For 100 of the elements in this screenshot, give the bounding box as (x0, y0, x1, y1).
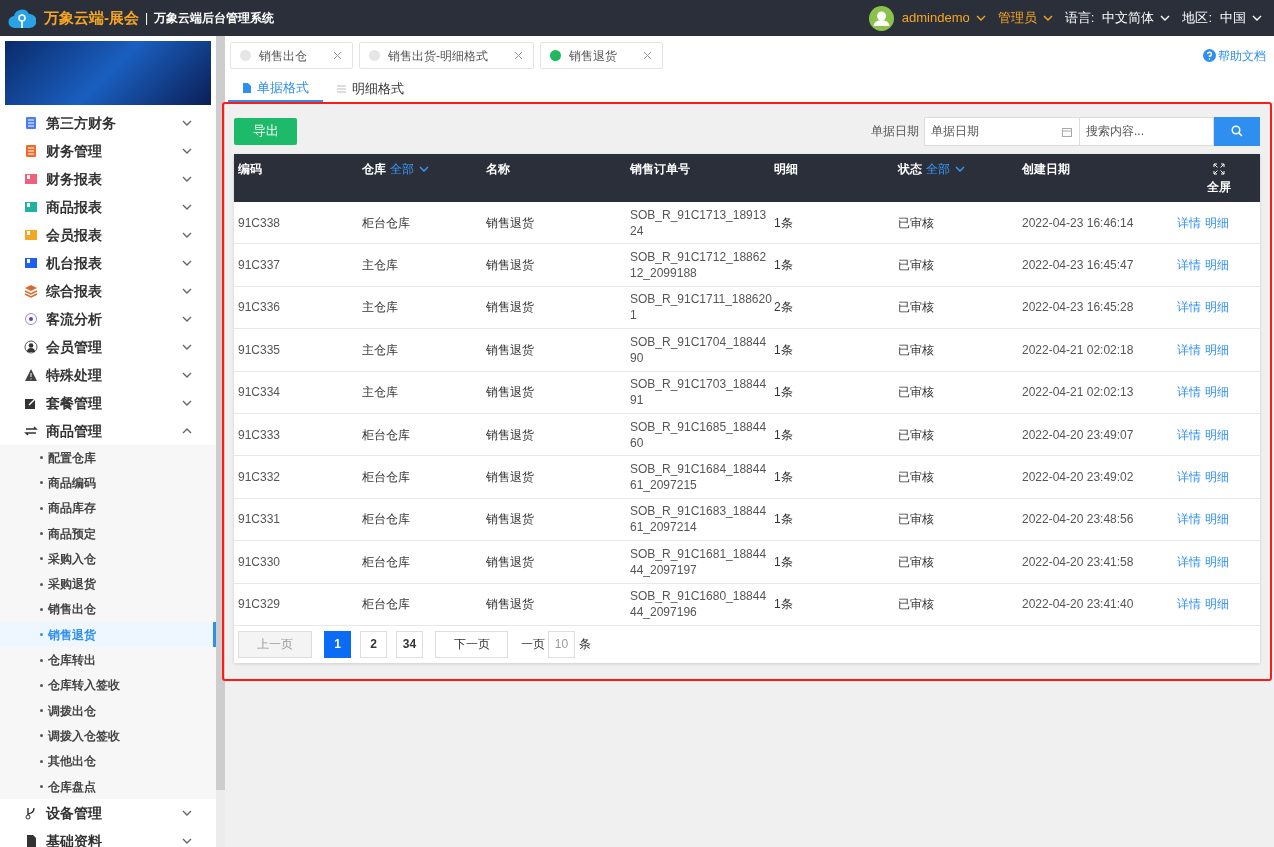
sidebar-menu-item[interactable]: 特殊处理 (0, 361, 216, 389)
scrollbar-thumb[interactable] (216, 36, 225, 790)
code-cell-text: 91C336 (238, 299, 282, 317)
file-icon (24, 834, 38, 847)
action-link[interactable]: 详情 (1177, 425, 1201, 444)
sidebar-menu-item[interactable]: 会员管理 (0, 333, 216, 361)
action-link[interactable]: 明细 (1205, 595, 1229, 614)
action-link[interactable]: 详情 (1177, 383, 1201, 402)
search-field[interactable]: 搜索内容... (1080, 116, 1214, 146)
sidebar-submenu-item[interactable]: 商品库存 (0, 495, 216, 521)
sidebar-submenu-item[interactable]: 销售出仓 (0, 596, 216, 623)
date-field[interactable]: 单据日期 (924, 116, 1080, 146)
name-cell-text: 销售退货 (486, 384, 535, 402)
action-link[interactable]: 明细 (1205, 510, 1229, 529)
action-link[interactable]: 明细 (1205, 425, 1229, 444)
sidebar-submenu-item[interactable]: 商品编码 (0, 470, 216, 496)
action-link[interactable]: 详情 (1177, 595, 1201, 614)
sidebar-submenu-item[interactable]: 采购退货 (0, 571, 216, 597)
sidebar-menu-item[interactable]: 财务报表 (0, 165, 216, 193)
calendar-icon (1062, 126, 1072, 137)
sidebar-menu-item[interactable]: 商品管理 (0, 417, 216, 445)
sidebar-menu-item[interactable]: 机台报表 (0, 249, 216, 277)
column-filter[interactable]: 全部 (390, 160, 429, 178)
page-tab[interactable]: 销售出货-明细格式 (359, 42, 534, 69)
code-cell-text: 91C338 (238, 214, 282, 232)
page-number-button[interactable]: 1 (324, 630, 351, 658)
sidebar-submenu-item[interactable]: 调拨入仓签收 (0, 723, 216, 749)
chevron-icon (1160, 15, 1171, 21)
action-link[interactable]: 详情 (1177, 468, 1201, 487)
action-link[interactable]: 详情 (1177, 552, 1201, 571)
order-number-cell-text: SOB_R_91C1704_1884490 (630, 333, 768, 366)
sidebar-submenu-item[interactable]: 仓库盘点 (0, 773, 216, 800)
status-cell-text: 已审核 (898, 469, 935, 487)
action-link[interactable]: 明细 (1205, 383, 1229, 402)
page-tab[interactable]: 销售退货 (540, 42, 663, 69)
swap-icon (24, 424, 38, 438)
action-link[interactable]: 详情 (1177, 340, 1201, 359)
sidebar-submenu-item[interactable]: 仓库转出 (0, 647, 216, 673)
name-cell-text: 销售退货 (486, 214, 535, 232)
name-cell-text: 销售退货 (486, 553, 535, 571)
sidebar-menu-item[interactable]: 财务管理 (0, 137, 216, 165)
region-value: 中国 (1220, 9, 1246, 28)
sidebar-submenu-item[interactable]: 仓库转入签收 (0, 672, 216, 698)
sidebar-menu-item[interactable]: 会员报表 (0, 221, 216, 249)
page-number-button[interactable]: 2 (360, 630, 387, 658)
header-dropdown[interactable]: admindemo (901, 8, 986, 28)
detail-cell-text: 1条 (774, 553, 794, 571)
header-dropdown[interactable]: 中文简体 (1102, 8, 1171, 28)
sidebar-menu-item[interactable]: 基础资料 (0, 827, 216, 847)
action-link[interactable]: 详情 (1177, 213, 1201, 232)
action-link[interactable]: 详情 (1177, 256, 1201, 275)
column-header: 创建日期 (1022, 161, 1070, 178)
sidebar-submenu-item[interactable]: 采购入仓 (0, 546, 216, 572)
sidebar-menu-item[interactable]: 套餐管理 (0, 389, 216, 417)
order-number-cell-text: SOB_R_91C1703_1884491 (630, 376, 768, 409)
warehouse-cell-text: 主仓库 (362, 257, 399, 275)
warehouse-cell-text: 柜台仓库 (362, 596, 411, 614)
action-link[interactable]: 明细 (1205, 256, 1229, 275)
page-number-button[interactable]: 34 (396, 630, 423, 658)
action-link[interactable]: 明细 (1205, 298, 1229, 317)
status-cell-text: 已审核 (898, 299, 935, 317)
fullscreen-button[interactable]: 全屏 (1206, 163, 1231, 196)
action-link[interactable]: 明细 (1205, 340, 1229, 359)
name-cell-text: 销售退货 (486, 341, 535, 359)
code-cell-text: 91C333 (238, 426, 282, 444)
help-link[interactable]: 帮助文档 (1203, 46, 1266, 65)
search-button[interactable] (1214, 116, 1260, 146)
sidebar-submenu-item[interactable]: 调拨出仓 (0, 697, 216, 724)
column-filter[interactable]: 全部 (926, 160, 965, 178)
page-tab[interactable]: 销售出仓 (230, 42, 353, 69)
order-number-cell: SOB_R_91C1711_1886201 (630, 291, 772, 324)
action-link[interactable]: 明细 (1205, 468, 1229, 487)
detail-cell-text: 2条 (774, 299, 794, 317)
sidebar-submenu-item[interactable]: 其他出仓 (0, 748, 216, 774)
action-link[interactable]: 明细 (1205, 552, 1229, 571)
sidebar-submenu-item[interactable]: 商品预定 (0, 520, 216, 547)
code-cell-text: 91C329 (238, 596, 282, 614)
language-value: 中文简体 (1102, 9, 1155, 28)
sidebar-submenu-item[interactable]: 配置仓库 (0, 445, 216, 471)
action-link[interactable]: 详情 (1177, 298, 1201, 317)
sidebar-menu-item[interactable]: 综合报表 (0, 277, 216, 305)
bullet-icon (40, 557, 43, 561)
sub-tab[interactable]: 单据格式 (228, 76, 323, 102)
action-link[interactable]: 详情 (1177, 510, 1201, 529)
document-icon (242, 83, 251, 93)
sidebar-menu-item[interactable]: 客流分析 (0, 305, 216, 333)
action-link[interactable]: 明细 (1205, 213, 1229, 232)
per-page-label: 一页 (521, 636, 545, 654)
sidebar-menu-item[interactable]: 商品报表 (0, 193, 216, 221)
search-icon (1231, 125, 1243, 137)
detail-cell-text: 1条 (774, 596, 794, 614)
sidebar-menu-item[interactable]: 第三方财务 (0, 109, 216, 137)
header-dropdown[interactable]: 管理员 (997, 8, 1053, 28)
column-header: 明细 (774, 161, 798, 178)
sub-tab[interactable]: 明细格式 (323, 76, 418, 102)
detail-cell-text: 1条 (774, 341, 794, 359)
next-page-button[interactable]: 下一页 (435, 630, 508, 658)
sidebar-menu-item[interactable]: 设备管理 (0, 799, 216, 828)
calculator-icon (24, 116, 38, 130)
header-dropdown[interactable]: 中国 (1220, 8, 1262, 28)
